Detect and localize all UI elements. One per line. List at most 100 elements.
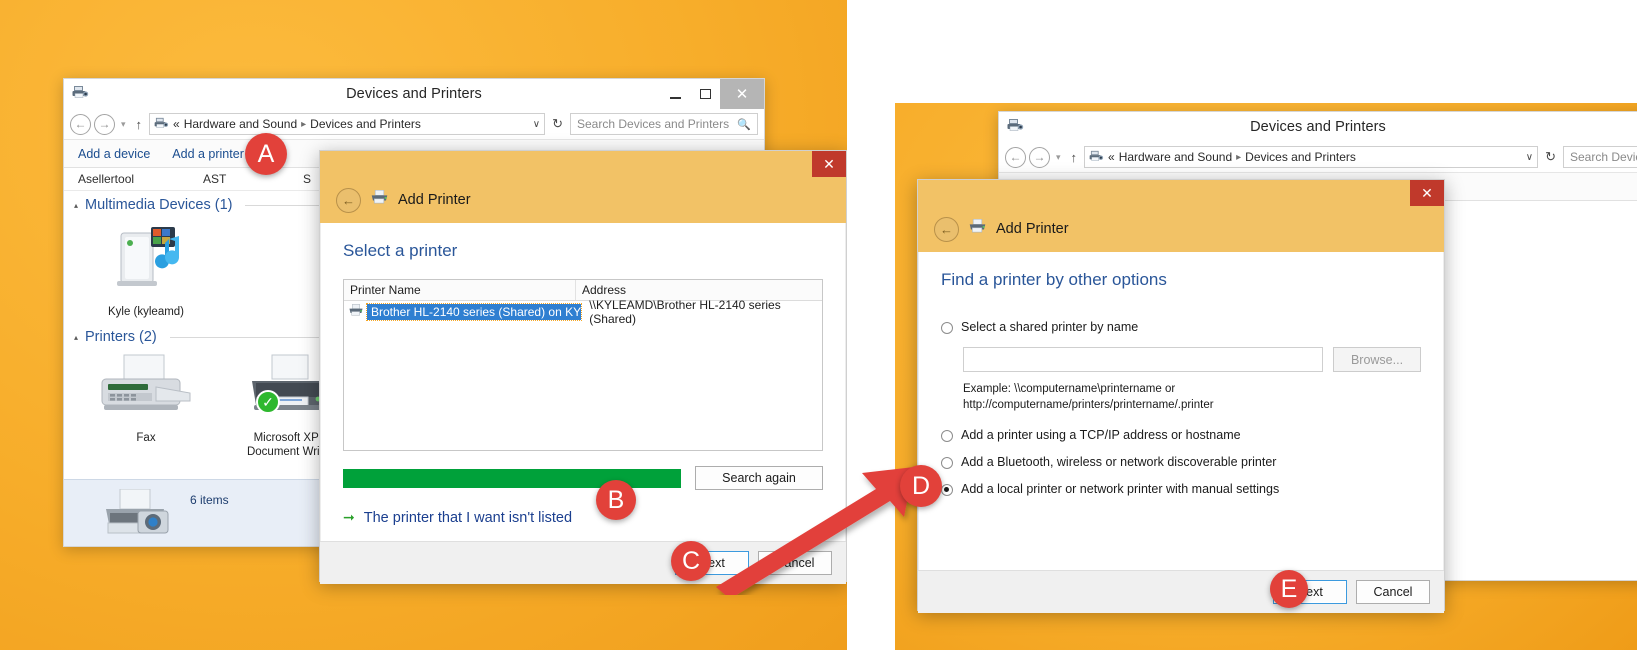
printer-camera-icon bbox=[102, 488, 178, 544]
default-printer-check-badge: ✓ bbox=[256, 390, 280, 414]
breadcrumb-item-hardware[interactable]: Hardware and Sound bbox=[1119, 150, 1232, 164]
page-title: Select a printer bbox=[343, 241, 458, 260]
add-a-printer-link[interactable]: Add a printer bbox=[172, 147, 244, 161]
printer-icon bbox=[968, 218, 987, 239]
navigation-bar: ← → ▾ ↑ « Hardware and Sound ▸ Devices a… bbox=[999, 142, 1637, 172]
breadcrumb-item-devices[interactable]: Devices and Printers bbox=[310, 117, 421, 131]
window-title: Devices and Printers bbox=[1250, 119, 1386, 135]
list-item-label: Fax bbox=[136, 432, 156, 444]
dialog-body: Select a printer Printer Name Address Br… bbox=[320, 223, 846, 541]
printer-not-listed-link[interactable]: ➞ The printer that I want isn't listed bbox=[343, 509, 823, 526]
example-hint: Example: \\computername\printername or h… bbox=[963, 381, 1421, 413]
callout-marker-b: B bbox=[596, 480, 636, 520]
status-item-count: 6 items bbox=[190, 493, 229, 507]
column-header-ast[interactable]: AST bbox=[189, 172, 289, 186]
network-printer-icon bbox=[344, 304, 367, 320]
collapse-triangle-icon[interactable]: ▴ bbox=[74, 333, 78, 342]
dialog-header: ← Add Printer bbox=[320, 177, 846, 223]
dialog-footer: Next Cancel bbox=[320, 541, 846, 584]
back-button[interactable]: ← bbox=[1005, 146, 1026, 168]
back-button[interactable]: ← bbox=[70, 113, 91, 135]
column-header-printer-name[interactable]: Printer Name bbox=[344, 280, 576, 300]
address-bar[interactable]: « Hardware and Sound ▸ Devices and Print… bbox=[149, 113, 546, 135]
dialog-footer: Next Cancel bbox=[918, 570, 1444, 613]
radio-button-icon[interactable] bbox=[941, 322, 953, 334]
dialog-title: Add Printer bbox=[398, 192, 471, 208]
add-a-device-link[interactable]: Add a device bbox=[78, 147, 150, 161]
search-placeholder: Search Devices and Printers bbox=[577, 117, 730, 131]
minimize-button[interactable] bbox=[660, 79, 690, 109]
printer-not-listed-label: The printer that I want isn't listed bbox=[363, 509, 573, 526]
search-again-button[interactable]: Search again bbox=[695, 466, 823, 490]
column-header-address[interactable]: Address bbox=[576, 280, 626, 300]
list-item[interactable]: Kyle (kyleamd) bbox=[92, 221, 200, 319]
callout-marker-e: E bbox=[1270, 570, 1308, 608]
green-arrow-icon: ➞ bbox=[343, 509, 355, 525]
breadcrumb-item-devices[interactable]: Devices and Printers bbox=[1245, 150, 1356, 164]
printer-icon bbox=[370, 189, 389, 210]
callout-label: B bbox=[607, 485, 625, 514]
list-item[interactable]: Fax bbox=[92, 353, 200, 459]
radio-select-shared-printer[interactable]: Select a shared printer by name bbox=[941, 320, 1421, 334]
printer-list[interactable]: Printer Name Address Brother HL-2140 ser… bbox=[343, 279, 823, 451]
radio-add-bluetooth-printer[interactable]: Add a Bluetooth, wireless or network dis… bbox=[941, 455, 1421, 469]
chevron-down-icon[interactable]: ∨ bbox=[527, 119, 540, 130]
close-icon[interactable]: ✕ bbox=[1410, 180, 1444, 206]
group-title: Printers (2) bbox=[85, 329, 157, 345]
breadcrumb-separator-icon: ▸ bbox=[1236, 151, 1242, 163]
search-input[interactable]: Search Device bbox=[1563, 146, 1637, 168]
table-row[interactable]: Brother HL-2140 series (Shared) on KYLEA… bbox=[344, 298, 822, 326]
up-button[interactable]: ↑ bbox=[1067, 150, 1082, 165]
radio-add-tcpip-printer[interactable]: Add a printer using a TCP/IP address or … bbox=[941, 428, 1421, 442]
example-line-1: Example: \\computername\printername or bbox=[963, 383, 1176, 395]
refresh-icon[interactable]: ↻ bbox=[548, 116, 567, 132]
address-bar[interactable]: « Hardware and Sound ▸ Devices and Print… bbox=[1084, 146, 1539, 168]
radio-add-local-printer[interactable]: Add a local printer or network printer w… bbox=[941, 482, 1421, 496]
up-button[interactable]: ↑ bbox=[132, 117, 147, 132]
breadcrumb-item-hardware[interactable]: Hardware and Sound bbox=[184, 117, 297, 131]
back-button[interactable]: ← bbox=[336, 187, 361, 213]
window-title-bar: Devices and Printers bbox=[999, 112, 1637, 142]
left-screenshot-panel: Devices and Printers ✕ ← → ▾ ↑ « Hardwar… bbox=[0, 0, 847, 650]
radio-button-icon[interactable] bbox=[941, 430, 953, 442]
search-input[interactable]: Search Devices and Printers 🔍 bbox=[570, 113, 758, 135]
navigation-bar: ← → ▾ ↑ « Hardware and Sound ▸ Devices a… bbox=[64, 109, 764, 139]
callout-marker-a: A bbox=[245, 133, 287, 175]
column-header-s[interactable]: S bbox=[289, 172, 311, 186]
forward-button[interactable]: → bbox=[1029, 146, 1050, 168]
history-dropdown-icon[interactable]: ▾ bbox=[118, 119, 129, 130]
breadcrumb-chevron: « bbox=[173, 117, 180, 131]
maximize-button[interactable] bbox=[690, 79, 720, 109]
browse-button[interactable]: Browse... bbox=[1333, 347, 1421, 372]
example-line-2: http://computername/printers/printername… bbox=[963, 399, 1214, 411]
close-icon[interactable]: ✕ bbox=[812, 151, 846, 177]
right-screenshot-panel: Devices and Printers ← → ▾ ↑ « Hardware … bbox=[895, 103, 1637, 650]
radio-button-icon[interactable] bbox=[941, 457, 953, 469]
dialog-title-bar: ✕ bbox=[320, 151, 846, 177]
dialog-body: Find a printer by other options Select a… bbox=[918, 252, 1444, 570]
close-button[interactable]: ✕ bbox=[720, 79, 764, 109]
cancel-button-other-options[interactable]: Cancel bbox=[1356, 580, 1430, 604]
collapse-triangle-icon[interactable]: ▴ bbox=[74, 201, 78, 210]
refresh-icon[interactable]: ↻ bbox=[1541, 149, 1560, 165]
radio-label: Add a printer using a TCP/IP address or … bbox=[961, 428, 1241, 442]
breadcrumb-icon bbox=[1089, 150, 1104, 165]
shared-printer-name-input[interactable] bbox=[963, 347, 1323, 372]
history-dropdown-icon[interactable]: ▾ bbox=[1053, 152, 1064, 163]
forward-button[interactable]: → bbox=[94, 113, 115, 135]
callout-marker-c: C bbox=[671, 541, 711, 581]
callout-label: D bbox=[911, 471, 931, 500]
search-progress-bar bbox=[343, 468, 681, 488]
window-title: Devices and Printers bbox=[346, 86, 482, 102]
add-printer-dialog-select: ✕ ← Add Printer Select a printer Printer… bbox=[319, 150, 847, 584]
column-header-asellertool[interactable]: Asellertool bbox=[64, 172, 189, 186]
breadcrumb-chevron: « bbox=[1108, 150, 1115, 164]
dialog-header: ← Add Printer bbox=[918, 206, 1444, 252]
chevron-down-icon[interactable]: ∨ bbox=[1520, 152, 1533, 163]
radio-button-icon[interactable] bbox=[941, 484, 953, 496]
cancel-button-select-printer[interactable]: Cancel bbox=[758, 551, 832, 575]
back-button[interactable]: ← bbox=[934, 216, 959, 242]
breadcrumb-separator-icon: ▸ bbox=[301, 118, 307, 130]
callout-label: C bbox=[681, 546, 701, 575]
callout-label: E bbox=[1280, 574, 1298, 603]
